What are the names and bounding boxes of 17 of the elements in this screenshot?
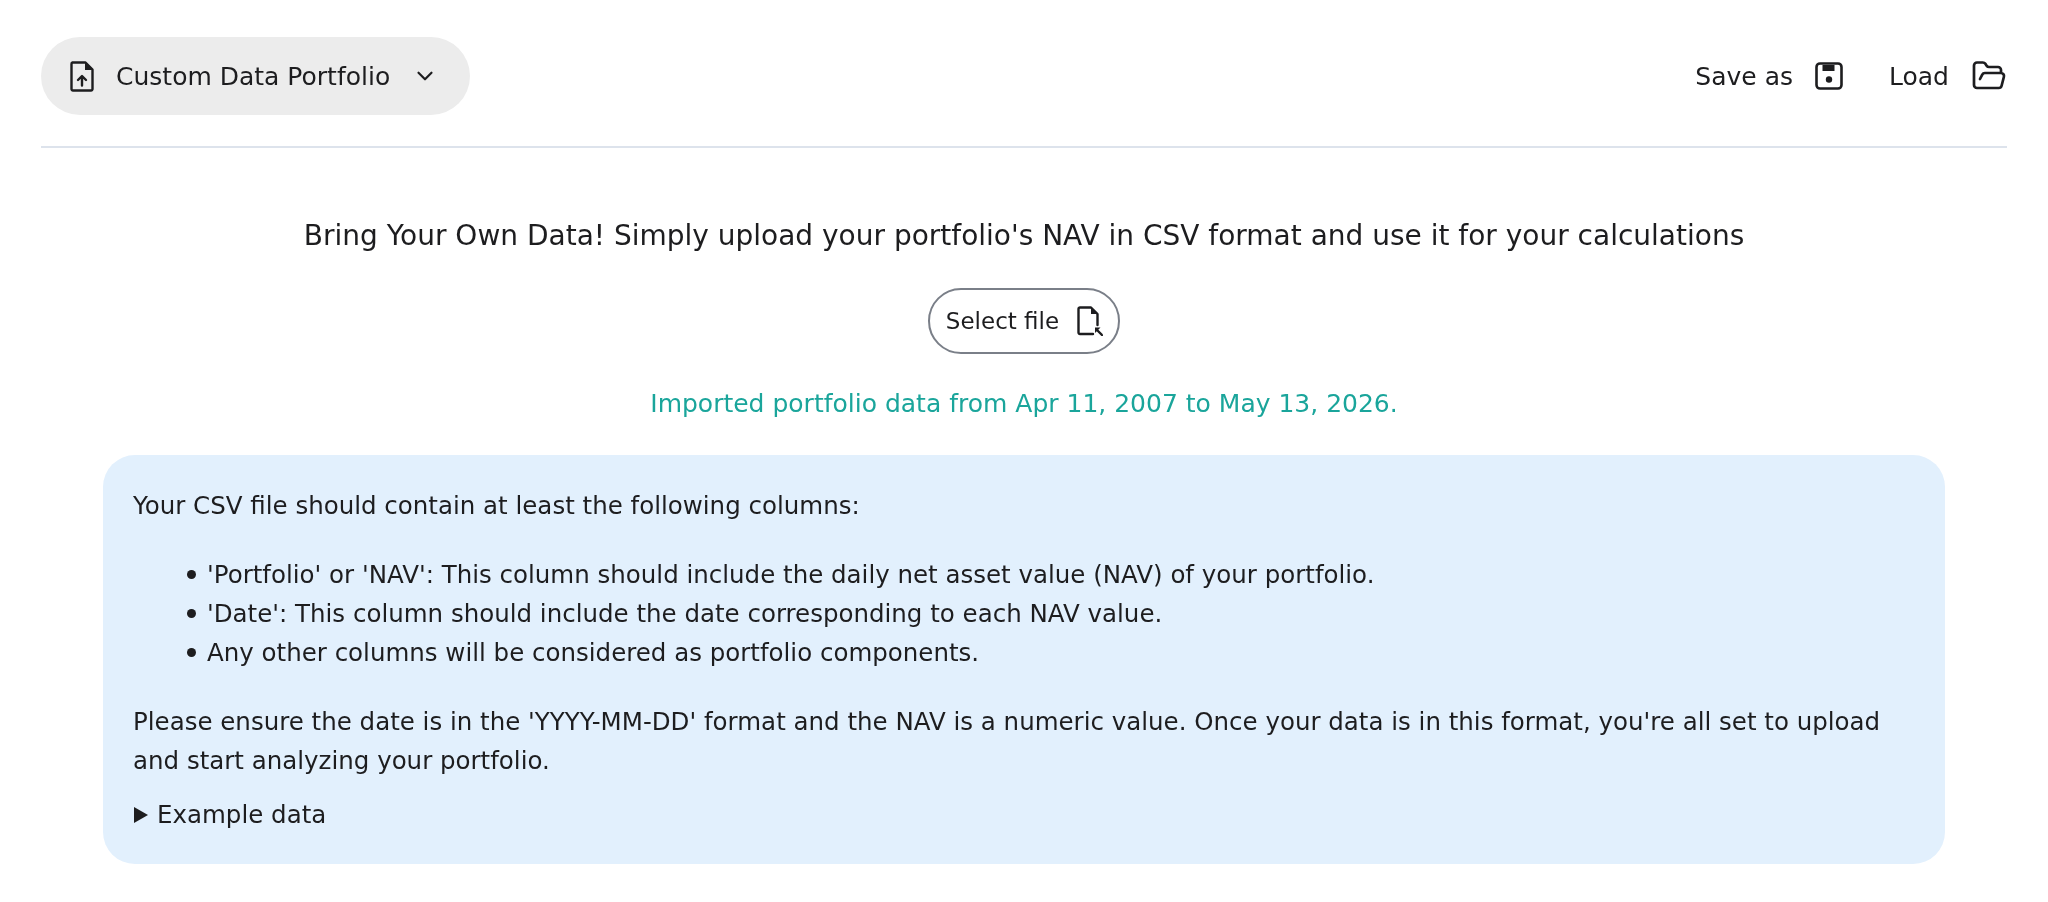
- example-data-toggle[interactable]: Example data: [133, 795, 327, 834]
- headline-text: Bring Your Own Data! Simply upload your portfolio's NAV in CSV format and use it for your calculations: [303, 218, 1745, 254]
- requirement-text: 'Date': This column should include the date corresponding to each NAV value.: [207, 598, 1163, 630]
- bullet-icon: [187, 648, 196, 657]
- select-file-button[interactable]: Select file: [927, 288, 1121, 354]
- note-text: Please ensure the date is in the 'YYYY-MM-DD' format and the NAV is a numeric value. Once your data is in this format, you're all set to upload and start analyzing your portfolio.: [133, 706, 1882, 777]
- load-button[interactable]: Load: [1889, 52, 2007, 100]
- bullet-icon: [187, 570, 196, 579]
- bullet-icon: [187, 609, 196, 618]
- portfolio-dropdown[interactable]: Custom Data Portfolio: [41, 37, 471, 115]
- save-as-button[interactable]: Save as: [1695, 55, 1843, 97]
- file-upload-icon: [70, 60, 94, 92]
- requirement-text: 'Portfolio' or 'NAV': This column should include the daily net asset value (NAV) of your portfolio.: [207, 559, 1375, 591]
- file-pointer-icon: [1077, 306, 1104, 336]
- intro-text: Your CSV file should contain at least the following columns:: [133, 490, 861, 522]
- requirement-text: Any other columns will be considered as portfolio components.: [207, 637, 980, 669]
- import-status-text: Imported portfolio data from Apr 11, 2007 to May 13, 2026.: [650, 388, 1398, 420]
